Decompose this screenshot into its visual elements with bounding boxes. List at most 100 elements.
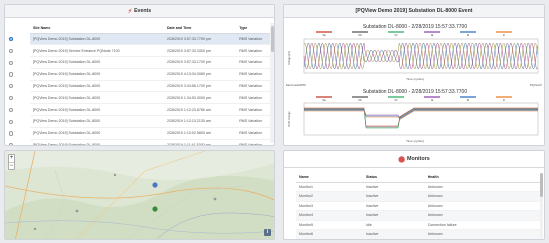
col-name[interactable]: Name xyxy=(296,173,364,183)
event-select-radio[interactable] xyxy=(9,131,14,136)
monitor-row[interactable]: Monitor2 Inactive Unknown xyxy=(296,191,542,202)
monitor-cell-status: Idle xyxy=(363,220,425,230)
pqview-header: [PQView Demo 2019] Substation DL-8000 Ev… xyxy=(284,5,544,18)
monitor-cell-name: Monitor3 xyxy=(296,201,364,211)
event-select-radio[interactable] xyxy=(9,119,14,124)
monitors-panel: ⬤ Monitors Name Status Health Monitor1 In… xyxy=(283,150,545,240)
event-select-radio[interactable] xyxy=(9,96,14,101)
event-cell-time: 2/28/2019 1:13:02.5800 am xyxy=(163,127,237,140)
terrain-map[interactable] xyxy=(5,151,275,240)
monitor-cell-health: Unknown xyxy=(424,229,542,239)
legend-label: Vb xyxy=(358,98,362,102)
bolt-icon: ⚡︎ xyxy=(127,8,133,15)
legend-label: Ia xyxy=(431,98,434,102)
events-table: Site Name Date and Time Type [PQView Dem… xyxy=(30,24,274,145)
event-row[interactable]: [PQView Demo 2019] Substation DL-8000 2/2… xyxy=(30,139,274,145)
event-cell-time: 2/28/2019 3:57:33.1700 pm xyxy=(163,56,237,69)
event-select-radio[interactable] xyxy=(9,37,14,42)
event-cell-site: [PQView Demo 2019] Substation DL-8000 xyxy=(30,127,164,140)
zoom-in-button[interactable]: + xyxy=(9,155,14,162)
chart1-title: Substation DL-8000 - 2/28/2019 15:57:33.… xyxy=(363,24,467,30)
events-panel: ⚡︎ Events Site Name Date and Time Type [… xyxy=(4,4,275,146)
chart1-xlabel: Time (cycles) xyxy=(406,77,424,81)
event-row[interactable]: [PQView Demo 2019] Substation DL-8000 2/2… xyxy=(30,33,274,46)
event-cell-site: [PQView Demo 2019] Substation DL-8000 xyxy=(30,115,164,128)
chart2-legend: Va Vb Vc Ia Ib Ic xyxy=(316,96,512,102)
col-health[interactable]: Health xyxy=(424,173,542,183)
event-select-radio[interactable] xyxy=(9,60,14,65)
legend-label: Vb xyxy=(358,33,362,37)
monitors-scroll-thumb[interactable] xyxy=(540,173,543,197)
event-select-radio[interactable] xyxy=(9,107,14,112)
monitor-cell-name: Monitor2 xyxy=(296,191,364,202)
event-row[interactable]: [PQView Demo 2019] Substation DL-8000 2/2… xyxy=(30,127,274,140)
monitor-cell-status: Inactive xyxy=(363,201,425,211)
event-cell-time: 2/28/2019 3:57:33.7700 pm xyxy=(163,33,237,46)
col-site-name[interactable]: Site Name xyxy=(30,24,164,34)
monitor-cell-status: Inactive xyxy=(363,191,425,202)
monitor-row[interactable]: Monitor3 Inactive Unknown xyxy=(296,201,542,211)
event-cell-site: [PQView Demo 2019] Substation DL-8000 xyxy=(30,56,164,69)
pqview-event-panel: [PQView Demo 2019] Substation DL-8000 Ev… xyxy=(283,4,545,146)
event-row[interactable]: [PQView Demo 2019] Substation DL-8000 2/2… xyxy=(30,103,274,117)
event-select-radio[interactable] xyxy=(9,48,14,53)
event-row[interactable]: [PQView Demo 2019] Substation DL-8000 2/2… xyxy=(30,115,274,128)
col-date-time[interactable]: Date and Time xyxy=(163,24,237,34)
chart1-ylabel: Voltage (kV) xyxy=(287,51,291,65)
monitor-cell-health: Unknown xyxy=(424,201,542,211)
monitor-cell-status: Inactive xyxy=(363,229,425,239)
monitor-row[interactable]: Monitor1 Inactive Unknown xyxy=(296,182,542,192)
event-cell-site: [PQView Demo 2019] Substation DL-8000 xyxy=(30,103,164,117)
event-row[interactable]: [PQView Demo 2019] Substation DL-8000 2/2… xyxy=(30,80,274,93)
monitors-title: Monitors xyxy=(406,156,430,162)
pqview-waveform-plots: Substation DL-8000 - 2/28/2019 15:57:33.… xyxy=(286,24,543,143)
event-cell-site: [PQView Demo 2019] Substation DL-8000 xyxy=(30,68,164,81)
events-title: Events xyxy=(134,8,152,14)
chart2-title: Substation DL-8000 - 2/28/2019 15:57:33.… xyxy=(363,89,467,95)
legend-label: Ic xyxy=(503,98,506,102)
chart2-xlabel: Time (cycles) xyxy=(406,139,424,143)
event-cell-time: 2/28/2019 1:12:13.2130 am xyxy=(163,115,237,128)
legend-label: Ic xyxy=(503,33,506,37)
monitor-cell-health: Unknown xyxy=(424,210,542,221)
warning-circle-icon: ⬤ xyxy=(398,156,405,163)
events-header: ⚡︎ Events xyxy=(5,5,274,18)
zoom-out-button[interactable]: − xyxy=(9,162,14,169)
legend-label: Ib xyxy=(467,33,470,37)
event-row[interactable]: [PQView Demo 2019] Substation DL-8000 2/2… xyxy=(30,91,274,105)
chart2-ylabel: RMS Voltage xyxy=(287,111,291,127)
event-cell-site: [PQView Demo 2019] Substation DL-8000 xyxy=(30,80,164,93)
chart1-legend: Va Vb Vc Ia Ib Ic xyxy=(316,31,512,37)
zoom-control: + − xyxy=(8,154,15,170)
monitor-cell-name: Monitor5 xyxy=(296,220,364,230)
event-cell-time: 2/28/2019 1:12:23.8780 am xyxy=(163,103,237,117)
events-scroll-thumb[interactable] xyxy=(270,26,274,52)
monitor-cell-name: Monitor4 xyxy=(296,210,364,221)
monitor-cell-health: Connection failure xyxy=(424,220,542,230)
event-cell-site: [PQView Demo 2019] Service Entrance PQNo… xyxy=(30,44,164,58)
legend-label: Ia xyxy=(431,33,434,37)
event-row[interactable]: [PQView Demo 2019] Service Entrance PQNo… xyxy=(30,44,274,58)
left-tag: Electrotek/EPRI xyxy=(286,83,306,87)
monitor-cell-status: Inactive xyxy=(363,182,425,192)
map-panel[interactable]: + − i xyxy=(4,150,275,240)
event-cell-site: [PQView Demo 2019] Substation DL-8000 xyxy=(30,91,164,105)
monitor-row[interactable]: Monitor5 Idle Connection failure xyxy=(296,220,542,230)
event-cell-time: 2/28/2019 3:57:33.3300 pm xyxy=(163,44,237,58)
right-tag: PQView® xyxy=(530,83,543,87)
col-status[interactable]: Status xyxy=(363,173,425,183)
event-row[interactable]: [PQView Demo 2019] Substation DL-8000 2/2… xyxy=(30,68,274,81)
event-cell-time: 2/28/2019 1:11:41.5300 pm xyxy=(163,139,237,145)
event-row[interactable]: [PQView Demo 2019] Substation DL-8000 2/2… xyxy=(30,56,274,69)
event-select-radio[interactable] xyxy=(9,143,14,145)
monitor-cell-status: Inactive xyxy=(363,210,425,221)
monitors-header: ⬤ Monitors xyxy=(284,151,544,168)
monitor-row[interactable]: Monitor4 Inactive Unknown xyxy=(296,210,542,221)
legend-label: Ib xyxy=(467,98,470,102)
event-select-radio[interactable] xyxy=(9,72,14,77)
event-select-radio[interactable] xyxy=(9,84,14,89)
monitor-row[interactable]: Monitor6 Inactive Unknown xyxy=(296,229,542,239)
map-info-button[interactable]: i xyxy=(264,229,271,236)
legend-label: Vc xyxy=(394,33,398,37)
event-cell-time: 2/28/2019 3:34:56.1700 pm xyxy=(163,80,237,93)
